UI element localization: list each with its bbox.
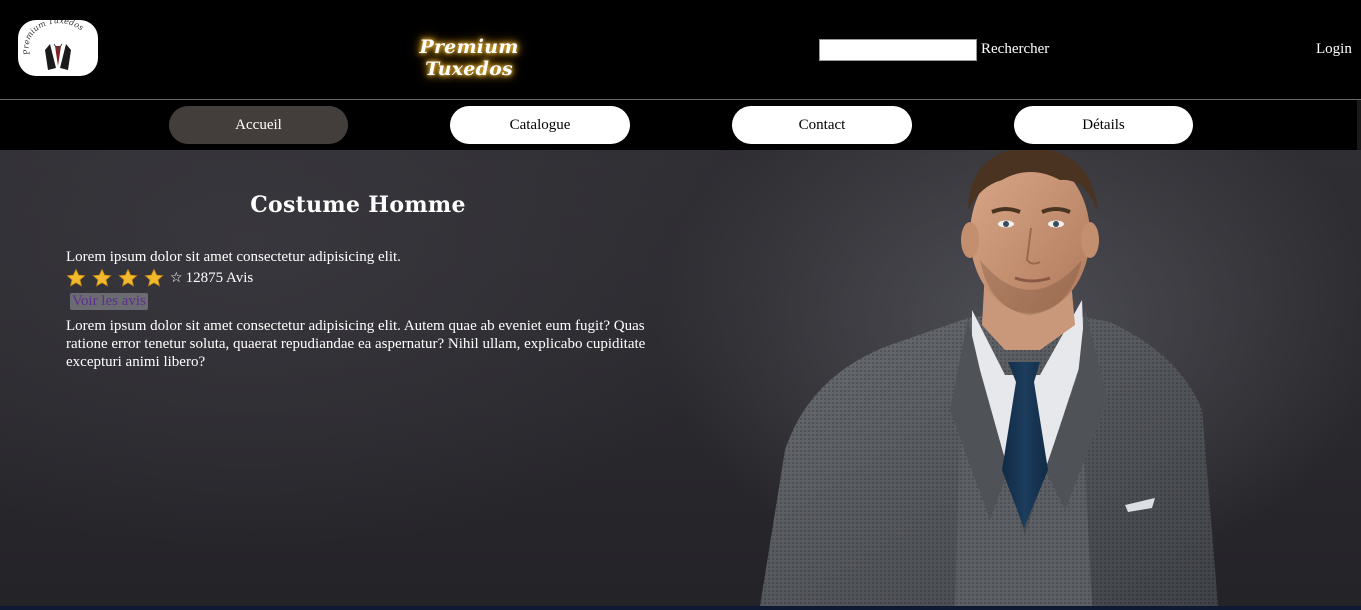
scrollbar-track[interactable] bbox=[1357, 100, 1361, 150]
main-nav: Accueil Catalogue Contact Détails bbox=[0, 100, 1361, 150]
product-tagline: Lorem ipsum dolor sit amet consectetur a… bbox=[66, 249, 401, 265]
nav-contact-button[interactable]: Contact bbox=[732, 106, 912, 144]
footer-edge bbox=[0, 606, 1361, 610]
nav-catalogue-button[interactable]: Catalogue bbox=[450, 106, 630, 144]
header: Premium Tuxedos Premium Tuxedos Recherch… bbox=[0, 0, 1361, 99]
star-icon bbox=[118, 268, 138, 288]
site-title: Premium Tuxedos bbox=[419, 36, 519, 80]
search-input[interactable] bbox=[819, 39, 977, 61]
nav-accueil-button[interactable]: Accueil bbox=[169, 106, 348, 144]
logo-icon: Premium Tuxedos bbox=[22, 20, 86, 70]
star-icon bbox=[66, 268, 86, 288]
login-link[interactable]: Login bbox=[1316, 41, 1352, 58]
logo[interactable]: Premium Tuxedos bbox=[18, 20, 98, 76]
product-description: Lorem ipsum dolor sit amet consectetur a… bbox=[66, 318, 646, 370]
logo-text: Premium Tuxedos bbox=[22, 20, 86, 57]
star-icon bbox=[92, 268, 112, 288]
hero-model-image bbox=[740, 150, 1240, 606]
product-rating: ☆ 12875 Avis bbox=[66, 268, 253, 288]
product-title: Costume Homme bbox=[250, 192, 466, 218]
hero-section: Costume Homme Lorem ipsum dolor sit amet… bbox=[0, 150, 1361, 606]
see-reviews-link[interactable]: Voir les avis bbox=[70, 293, 148, 310]
search-button[interactable]: Rechercher bbox=[981, 41, 1049, 58]
star-icon bbox=[144, 268, 164, 288]
rating-count: 12875 Avis bbox=[185, 269, 254, 286]
empty-star-icon: ☆ bbox=[170, 270, 183, 286]
nav-details-button[interactable]: Détails bbox=[1014, 106, 1193, 144]
